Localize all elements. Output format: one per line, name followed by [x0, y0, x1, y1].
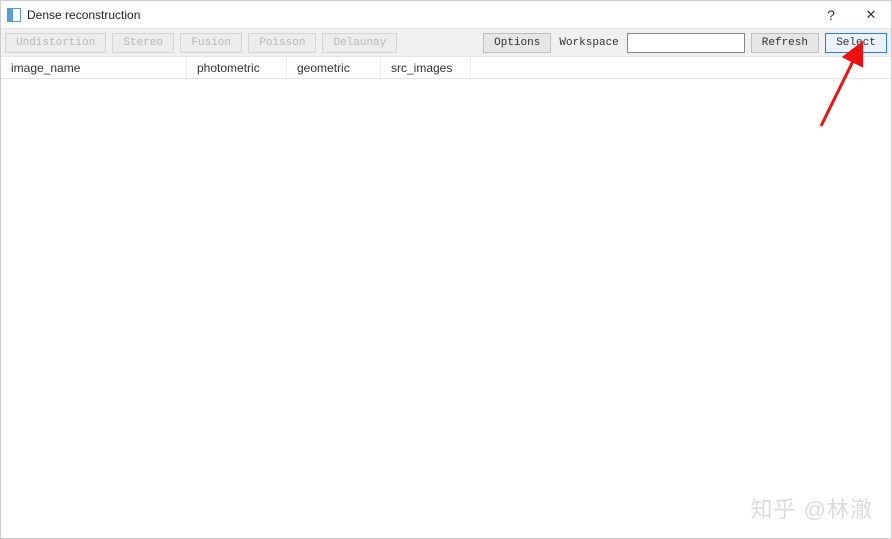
- help-button[interactable]: ?: [811, 1, 851, 28]
- workspace-label: Workspace: [557, 37, 620, 49]
- table-body[interactable]: [1, 79, 891, 538]
- col-header-geometric[interactable]: geometric: [287, 57, 381, 78]
- poisson-button[interactable]: Poisson: [248, 33, 316, 53]
- fusion-button[interactable]: Fusion: [180, 33, 242, 53]
- select-button[interactable]: Select: [825, 33, 887, 53]
- workspace-input[interactable]: [627, 33, 745, 53]
- close-button[interactable]: ✕: [851, 1, 891, 28]
- col-header-src-images[interactable]: src_images: [381, 57, 471, 78]
- delaunay-button[interactable]: Delaunay: [322, 33, 397, 53]
- window-title: Dense reconstruction: [27, 8, 811, 22]
- stereo-button[interactable]: Stereo: [112, 33, 174, 53]
- table-header-row: image_name photometric geometric src_ima…: [1, 57, 891, 79]
- refresh-button[interactable]: Refresh: [751, 33, 819, 53]
- dense-reconstruction-window: Dense reconstruction ? ✕ Undistortion St…: [0, 0, 892, 539]
- toolbar: Undistortion Stereo Fusion Poisson Delau…: [1, 29, 891, 57]
- col-header-photometric[interactable]: photometric: [187, 57, 287, 78]
- image-table: image_name photometric geometric src_ima…: [1, 57, 891, 538]
- window-controls: ? ✕: [811, 1, 891, 28]
- toolbar-right-group: Options Workspace Refresh Select: [483, 33, 887, 53]
- options-button[interactable]: Options: [483, 33, 551, 53]
- titlebar: Dense reconstruction ? ✕: [1, 1, 891, 29]
- toolbar-left-group: Undistortion Stereo Fusion Poisson Delau…: [5, 33, 397, 53]
- app-icon: [7, 8, 21, 22]
- undistortion-button[interactable]: Undistortion: [5, 33, 106, 53]
- col-header-image-name[interactable]: image_name: [1, 57, 187, 78]
